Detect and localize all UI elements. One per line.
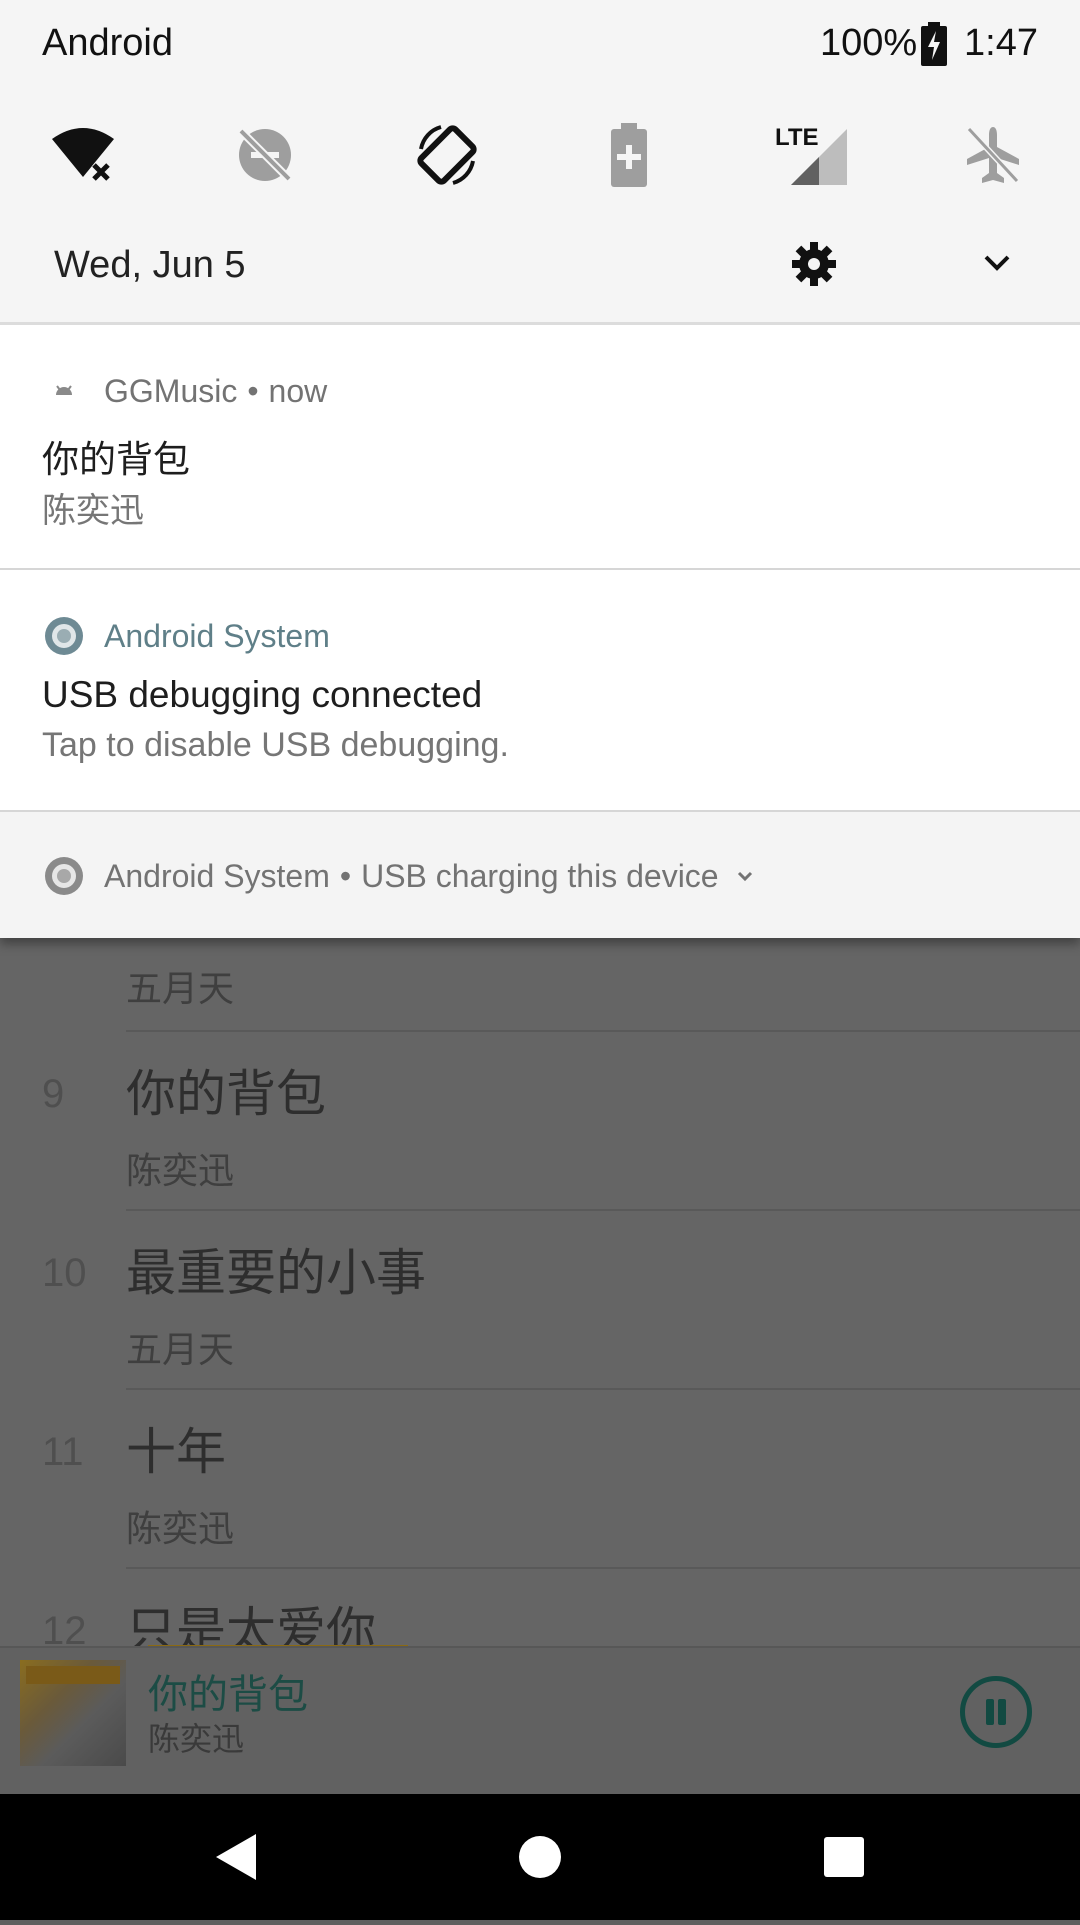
clock: 1:47 (964, 22, 1038, 64)
android-system-icon (45, 617, 83, 655)
gear-icon[interactable] (788, 238, 840, 290)
notification-title: 你的背包 (42, 439, 190, 480)
list-item[interactable]: 10 最重要的小事 五月天 (0, 1211, 1080, 1390)
notification-app-name: Android System (104, 617, 330, 654)
notification-text: Tap to disable USB debugging. (42, 726, 509, 764)
notification-header: GGMusic • now (44, 371, 327, 411)
home-circle-icon[interactable] (450, 1794, 630, 1920)
airplane-mode-icon[interactable] (938, 100, 1048, 210)
song-title: 只是太爱你 (126, 1603, 376, 1646)
header-separator: • (339, 857, 352, 894)
wifi-off-icon[interactable] (28, 100, 138, 210)
mini-player[interactable]: 你的背包 陈奕迅 (0, 1646, 1080, 1796)
notification-app-name: GGMusic (104, 372, 238, 409)
notification-time: now (268, 372, 328, 409)
dnd-off-icon[interactable] (210, 100, 320, 210)
notification-app-name: Android System (104, 857, 330, 894)
now-playing-artist: 陈奕迅 (148, 1721, 245, 1757)
music-notification[interactable]: GGMusic • now 你的背包 陈奕迅 (0, 325, 1080, 570)
song-title: 十年 (126, 1424, 226, 1480)
lte-signal-icon[interactable]: LTE (756, 100, 866, 210)
battery-charging-icon (921, 22, 947, 66)
song-artist: 五月天 (126, 968, 235, 1009)
usb-debugging-notification[interactable]: Android System USB debugging connected T… (0, 570, 1080, 812)
song-artist: 陈奕迅 (126, 1150, 235, 1191)
header-separator: • (247, 372, 259, 409)
list-item[interactable]: 11 十年 陈奕迅 (0, 1390, 1080, 1569)
pause-icon[interactable] (960, 1676, 1032, 1748)
usb-charging-notification[interactable]: Android System • USB charging this devic… (0, 812, 1080, 938)
track-number: 10 (42, 1251, 87, 1295)
notification-header: Android System (44, 616, 330, 656)
list-item[interactable]: 12 只是太爱你 (0, 1569, 1080, 1646)
date-label: Wed, Jun 5 (54, 244, 246, 286)
notification-shade: Android 100% 1:47 LTE Wed, Jun 5 GGMusic… (0, 0, 1080, 938)
song-title: 你的背包 (126, 1066, 326, 1122)
quick-settings-row: LTE (0, 100, 1080, 210)
now-playing-title: 你的背包 (148, 1673, 308, 1717)
android-app-icon (56, 385, 72, 395)
chevron-down-icon[interactable] (974, 240, 1020, 286)
track-number: 12 (42, 1609, 87, 1646)
notification-title: USB debugging connected (42, 674, 483, 715)
carrier-label: Android (42, 22, 173, 64)
song-artist: 五月天 (126, 1329, 235, 1370)
list-item[interactable]: 9 你的背包 陈奕迅 (0, 1032, 1080, 1211)
album-art (20, 1660, 126, 1766)
notification-header: Android System • USB charging this devic… (44, 856, 759, 896)
svg-text:LTE: LTE (775, 124, 819, 151)
track-number: 9 (42, 1072, 65, 1116)
notification-summary: USB charging this device (361, 857, 719, 894)
chevron-down-icon[interactable] (731, 862, 759, 890)
date-row: Wed, Jun 5 (0, 210, 1080, 325)
recents-square-icon[interactable] (754, 1794, 934, 1920)
notification-text: 陈奕迅 (42, 492, 144, 530)
back-triangle-icon[interactable] (146, 1794, 326, 1920)
android-system-icon (45, 857, 83, 895)
battery-percentage: 100% (820, 22, 918, 64)
track-number: 11 (42, 1430, 84, 1474)
battery-saver-icon[interactable] (574, 100, 684, 210)
navigation-bar (0, 1794, 1080, 1920)
status-bar: Android 100% 1:47 (0, 0, 1080, 88)
song-title: 最重要的小事 (126, 1245, 426, 1301)
auto-rotate-icon[interactable] (392, 100, 502, 210)
song-artist: 陈奕迅 (126, 1508, 235, 1549)
